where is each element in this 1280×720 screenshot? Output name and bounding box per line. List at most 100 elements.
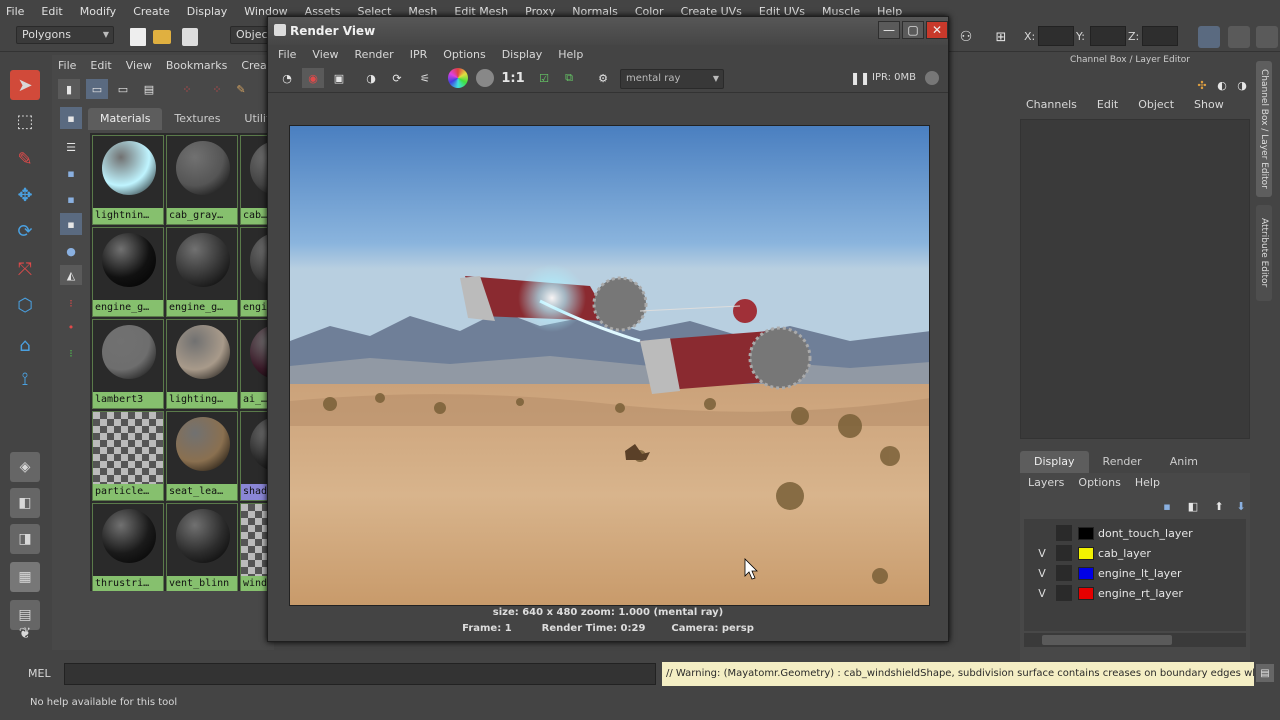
layer-scrollbar[interactable] [1024,633,1246,647]
renderer-dropdown[interactable]: mental ray ▼ [620,69,724,89]
channels-menu-show[interactable]: Show [1194,98,1224,111]
layer-playback-toggle[interactable] [1056,565,1072,581]
move-down-icon[interactable]: ⬇ [1232,497,1250,515]
render-settings-icon[interactable]: ⚙ [592,68,614,88]
bottom-tabs-icon[interactable]: ▭ [112,79,134,99]
layout-persp-outliner-icon[interactable]: ◧ [10,488,40,518]
side-tab-channel-box[interactable]: Channel Box / Layer Editor [1256,61,1272,197]
channel-icon-1[interactable]: ✣ [1192,75,1212,95]
channel-icon-3[interactable]: ◑ [1232,75,1252,95]
side-icon-5[interactable]: ● [60,241,82,261]
transform-icon[interactable]: ⊞ [990,27,1012,47]
channels-menu-edit[interactable]: Edit [1097,98,1118,111]
clear-graph-icon[interactable]: ✎ [230,79,252,99]
channels-menu-channels[interactable]: Channels [1026,98,1077,111]
material-swatch[interactable]: lighting… [166,319,238,409]
layer-color-swatch[interactable] [1078,566,1094,580]
tool-settings-toggle-icon[interactable] [1256,26,1278,48]
y-field[interactable] [1090,26,1126,46]
hypershade-menu-edit[interactable]: Edit [90,59,111,72]
mode-dropdown[interactable]: Polygons ▼ [16,26,114,44]
show-manipulator-icon[interactable]: ⟟ [10,364,40,394]
ratio-label[interactable]: 1:1 [500,68,526,88]
rv-menu-help[interactable]: Help [558,48,583,61]
render-image[interactable] [289,125,930,606]
rv-menu-ipr[interactable]: IPR [410,48,428,61]
render-view-titlebar[interactable]: Render View [268,17,948,45]
channel-icon-2[interactable]: ◐ [1212,75,1232,95]
side-icon-1[interactable]: ▪ [60,107,82,129]
new-scene-icon[interactable] [130,28,146,46]
menu-modify[interactable]: Modify [80,5,116,18]
new-layer-selected-icon[interactable]: ◧ [1184,497,1202,515]
soft-mod-icon[interactable]: ⌂ [10,330,40,360]
pause-icon[interactable]: ❚❚ [850,68,870,88]
rotate-tool-icon[interactable]: ⟳ [10,216,40,246]
render-region-icon[interactable]: ▣ [328,68,350,88]
objects-dropdown[interactable]: Objects [230,26,278,44]
side-icon-4[interactable]: ▪ [60,213,82,235]
layer-visibility-toggle[interactable]: V [1028,567,1056,580]
layer-color-swatch[interactable] [1078,526,1094,540]
menu-display[interactable]: Display [187,5,228,18]
menu-file[interactable]: File [6,5,24,18]
select-tool-icon[interactable]: ➤ [10,70,40,100]
layer-playback-toggle[interactable] [1056,545,1072,561]
layer-color-swatch[interactable] [1078,546,1094,560]
tab-materials[interactable]: Materials [88,108,163,130]
side-tab-attribute-editor[interactable]: Attribute Editor [1256,205,1272,301]
side-icon-3[interactable]: ▪ [60,189,82,209]
redo-render-icon[interactable]: ◔ [276,68,298,88]
top-tabs-icon[interactable]: ▭ [86,79,108,99]
rv-menu-display[interactable]: Display [502,48,543,61]
new-layer-icon[interactable]: ▪ [1158,497,1176,515]
mel-input[interactable] [64,663,656,685]
rv-menu-options[interactable]: Options [443,48,485,61]
snap-icon[interactable]: ⚇ [955,27,977,47]
hypershade-menu-file[interactable]: File [58,59,76,72]
channel-box-toggle-icon[interactable] [1198,26,1220,48]
open-folder-icon[interactable] [153,30,171,44]
menu-create[interactable]: Create [133,5,170,18]
save-icon[interactable] [182,28,198,46]
script-editor-icon[interactable]: ▤ [1256,664,1274,682]
move-tool-icon[interactable]: ✥ [10,180,40,210]
refresh-icon[interactable]: ⟳ [386,68,408,88]
x-field[interactable] [1038,26,1074,46]
layer-row[interactable]: Vcab_layer [1028,543,1246,563]
channel-box-area[interactable] [1020,119,1250,439]
color-channels-icon[interactable] [448,68,468,88]
universal-manipulator-icon[interactable]: ⬡ [10,290,40,320]
layer-row[interactable]: dont_touch_layer [1028,523,1246,543]
snapshot-icon[interactable]: ◑ [360,68,382,88]
layer-row[interactable]: Vengine_rt_layer [1028,583,1246,603]
attribute-editor-toggle-icon[interactable] [1228,26,1250,48]
both-tabs-icon[interactable]: ▤ [138,79,160,99]
layer-visibility-toggle[interactable]: V [1028,547,1056,560]
menu-edit[interactable]: Edit [41,5,62,18]
layer-row[interactable]: Vengine_lt_layer [1028,563,1246,583]
material-swatch[interactable]: seat_lea… [166,411,238,501]
material-swatch[interactable]: thrustri… [92,503,164,591]
layer-color-swatch[interactable] [1078,586,1094,600]
hypershade-menu-bookmarks[interactable]: Bookmarks [166,59,227,72]
layer-visibility-toggle[interactable]: V [1028,587,1056,600]
material-swatch[interactable]: engine_g… [166,227,238,317]
tab-anim[interactable]: Anim [1156,451,1212,473]
layers-menu-layers[interactable]: Layers [1028,476,1064,489]
graph-network-icon[interactable]: ⁘ [174,79,200,99]
rv-menu-view[interactable]: View [312,48,338,61]
side-list-icon[interactable]: ☰ [60,137,82,157]
lasso-tool-icon[interactable]: ⬚ [10,106,40,136]
material-swatch[interactable]: particle… [92,411,164,501]
close-button[interactable]: ✕ [926,21,948,39]
mel-label[interactable]: MEL [28,667,51,680]
channels-menu-object[interactable]: Object [1138,98,1174,111]
tab-textures[interactable]: Textures [162,108,232,130]
side-icon-2[interactable]: ▪ [60,163,82,183]
layout-persp-graph-icon[interactable]: ◨ [10,524,40,554]
layout-single-icon[interactable]: ◈ [10,452,40,482]
side-icon-8[interactable]: • [60,317,82,337]
z-field[interactable] [1142,26,1178,46]
layers-menu-options[interactable]: Options [1078,476,1120,489]
